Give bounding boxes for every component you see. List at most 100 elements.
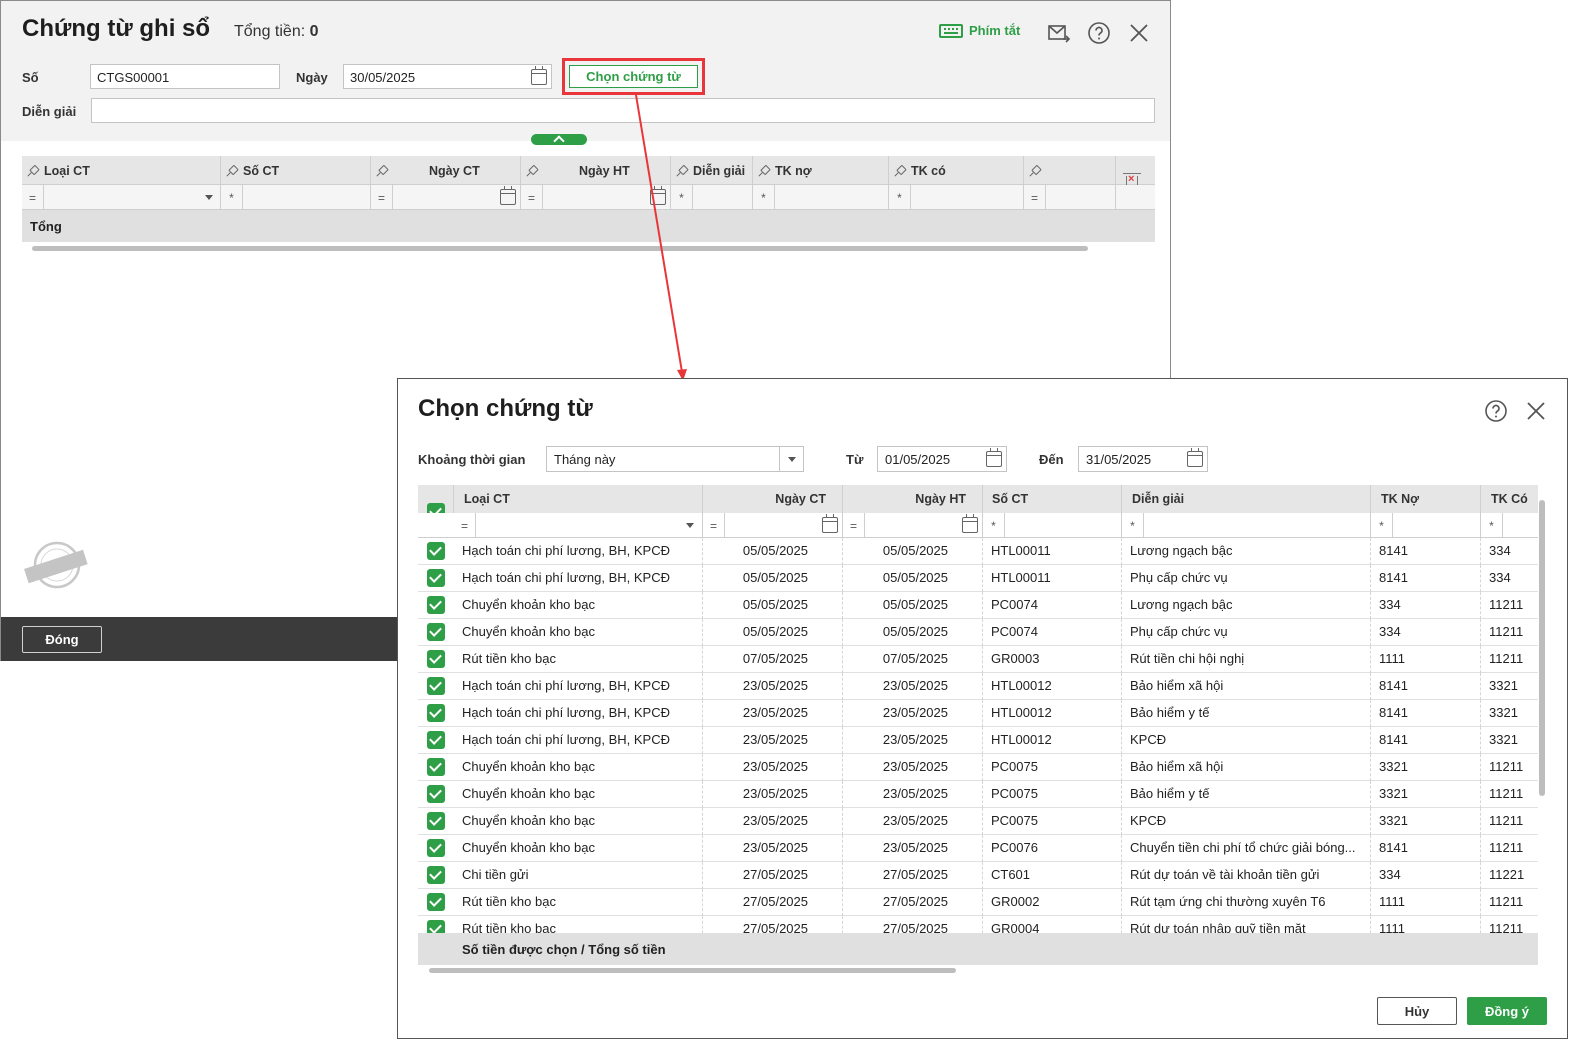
- row-checkbox[interactable]: [427, 596, 445, 614]
- col-loai-ct[interactable]: Loại CT: [22, 156, 221, 185]
- filter-op[interactable]: *: [753, 185, 775, 210]
- col-extra[interactable]: [1024, 156, 1116, 185]
- table-row[interactable]: Chuyển khoản kho bạc 23/05/2025 23/05/2025…: [418, 808, 1538, 835]
- filter-op[interactable]: *: [983, 513, 1005, 538]
- filter-dien-giai[interactable]: *: [1122, 513, 1371, 538]
- filter-extra[interactable]: =: [1024, 185, 1116, 210]
- filter-op[interactable]: =: [843, 513, 865, 538]
- calendar-icon[interactable]: [650, 186, 666, 205]
- pin-icon[interactable]: [677, 166, 687, 176]
- col-tk-co[interactable]: TK có: [889, 156, 1024, 185]
- close-icon[interactable]: [1524, 399, 1548, 423]
- help-icon[interactable]: [1484, 399, 1508, 423]
- pin-icon[interactable]: [895, 166, 905, 176]
- pin-icon[interactable]: [227, 166, 237, 176]
- row-checkbox[interactable]: [427, 866, 445, 884]
- pin-icon[interactable]: [759, 166, 769, 176]
- filter-so-ct[interactable]: *: [221, 185, 371, 210]
- col-loai-ct[interactable]: Loại CT: [454, 485, 703, 513]
- row-checkbox[interactable]: [427, 623, 445, 641]
- pin-icon[interactable]: [1030, 166, 1040, 176]
- shortcut-button[interactable]: Phím tắt: [939, 23, 1020, 38]
- calendar-icon[interactable]: [962, 514, 978, 533]
- horizontal-scrollbar[interactable]: [32, 246, 1088, 251]
- calendar-icon[interactable]: [531, 66, 547, 85]
- dropdown-button[interactable]: [779, 447, 803, 471]
- filter-ngay-ct[interactable]: =: [371, 185, 521, 210]
- vertical-scrollbar[interactable]: [1539, 500, 1545, 796]
- horizontal-scrollbar[interactable]: [429, 968, 956, 973]
- filter-ngay-ht[interactable]: =: [843, 513, 983, 538]
- table-row[interactable]: Hạch toán chi phí lương, BH, KPCĐ 23/05/2…: [418, 727, 1538, 754]
- filter-tk-co[interactable]: *: [889, 185, 1024, 210]
- filter-loai-ct[interactable]: =: [454, 513, 703, 538]
- col-ngay-ct[interactable]: Ngày CT: [371, 156, 521, 185]
- col-dien-giai[interactable]: Diễn giải: [671, 156, 753, 185]
- table-row[interactable]: Hạch toán chi phí lương, BH, KPCĐ 23/05/2…: [418, 700, 1538, 727]
- filter-op[interactable]: *: [1122, 513, 1144, 538]
- table-row[interactable]: Chuyển khoản kho bạc 05/05/2025 05/05/2025…: [418, 619, 1538, 646]
- col-ngay-ht[interactable]: Ngày HT: [843, 485, 983, 513]
- filter-op[interactable]: *: [1481, 513, 1503, 538]
- calendar-icon[interactable]: [822, 514, 838, 533]
- row-checkbox[interactable]: [427, 758, 445, 776]
- row-checkbox[interactable]: [427, 650, 445, 668]
- calendar-icon[interactable]: [1187, 448, 1203, 467]
- calendar-icon[interactable]: [500, 186, 516, 205]
- chevron-down-icon[interactable]: [205, 195, 213, 200]
- table-row[interactable]: Chuyển khoản kho bạc 23/05/2025 23/05/2025…: [418, 835, 1538, 862]
- col-ngay-ct[interactable]: Ngày CT: [703, 485, 843, 513]
- filter-tk-co[interactable]: *: [1481, 513, 1538, 538]
- dien-giai-input[interactable]: [91, 98, 1155, 123]
- row-checkbox[interactable]: [427, 893, 445, 911]
- col-tk-co[interactable]: TK Có: [1481, 485, 1538, 513]
- col-tk-no[interactable]: TK nợ: [753, 156, 889, 185]
- filter-op[interactable]: =: [521, 185, 543, 210]
- row-checkbox[interactable]: [427, 677, 445, 695]
- choose-voucher-button[interactable]: Chọn chứng từ: [569, 65, 698, 88]
- filter-dien-giai[interactable]: *: [671, 185, 753, 210]
- row-checkbox[interactable]: [427, 704, 445, 722]
- row-checkbox[interactable]: [427, 839, 445, 857]
- filter-op[interactable]: =: [703, 513, 725, 538]
- table-row[interactable]: Hạch toán chi phí lương, BH, KPCĐ 23/05/2…: [418, 673, 1538, 700]
- filter-ngay-ct[interactable]: =: [703, 513, 843, 538]
- filter-op[interactable]: *: [671, 185, 693, 210]
- table-row[interactable]: Chuyển khoản kho bạc 23/05/2025 23/05/2025…: [418, 754, 1538, 781]
- table-row[interactable]: Chuyển khoản kho bạc 05/05/2025 05/05/2025…: [418, 592, 1538, 619]
- col-dien-giai[interactable]: Diễn giải: [1122, 485, 1371, 513]
- collapse-toggle[interactable]: [531, 134, 587, 145]
- row-checkbox[interactable]: [427, 785, 445, 803]
- filter-op[interactable]: =: [371, 185, 393, 210]
- ngay-input[interactable]: 30/05/2025: [343, 64, 552, 89]
- row-checkbox[interactable]: [427, 812, 445, 830]
- cancel-button[interactable]: Hủy: [1377, 997, 1457, 1025]
- row-checkbox[interactable]: [427, 569, 445, 587]
- pin-icon[interactable]: [377, 166, 387, 176]
- help-icon[interactable]: [1087, 21, 1111, 45]
- from-date-input[interactable]: 01/05/2025: [877, 446, 1007, 472]
- pin-icon[interactable]: [28, 166, 38, 176]
- close-icon[interactable]: [1127, 21, 1151, 45]
- filter-op[interactable]: *: [889, 185, 911, 210]
- chevron-down-icon[interactable]: [686, 523, 694, 528]
- table-row[interactable]: Rút tiền kho bạc 27/05/2025 27/05/2025 GR00…: [418, 889, 1538, 916]
- filter-ngay-ht[interactable]: =: [521, 185, 671, 210]
- mail-share-icon[interactable]: [1047, 21, 1071, 45]
- calendar-icon[interactable]: [986, 448, 1002, 467]
- table-row[interactable]: Chi tiền gửi 27/05/2025 27/05/2025 CT601 Rút…: [418, 862, 1538, 889]
- filter-op[interactable]: =: [454, 513, 476, 538]
- col-tk-no[interactable]: TK Nợ: [1371, 485, 1481, 513]
- filter-loai-ct[interactable]: =: [22, 185, 221, 210]
- table-row[interactable]: Hạch toán chi phí lương, BH, KPCĐ 05/05/2…: [418, 565, 1538, 592]
- close-button[interactable]: Đóng: [22, 626, 102, 653]
- filter-op[interactable]: *: [1371, 513, 1393, 538]
- filter-tk-no[interactable]: *: [753, 185, 889, 210]
- row-checkbox[interactable]: [427, 731, 445, 749]
- table-row[interactable]: Hạch toán chi phí lương, BH, KPCĐ 05/05/2…: [418, 538, 1538, 565]
- filter-tk-no[interactable]: *: [1371, 513, 1481, 538]
- table-row[interactable]: Rút tiền kho bạc 07/05/2025 07/05/2025 GR00…: [418, 646, 1538, 673]
- to-date-input[interactable]: 31/05/2025: [1078, 446, 1208, 472]
- filter-op[interactable]: =: [1024, 185, 1046, 210]
- col-ngay-ht[interactable]: Ngày HT: [521, 156, 671, 185]
